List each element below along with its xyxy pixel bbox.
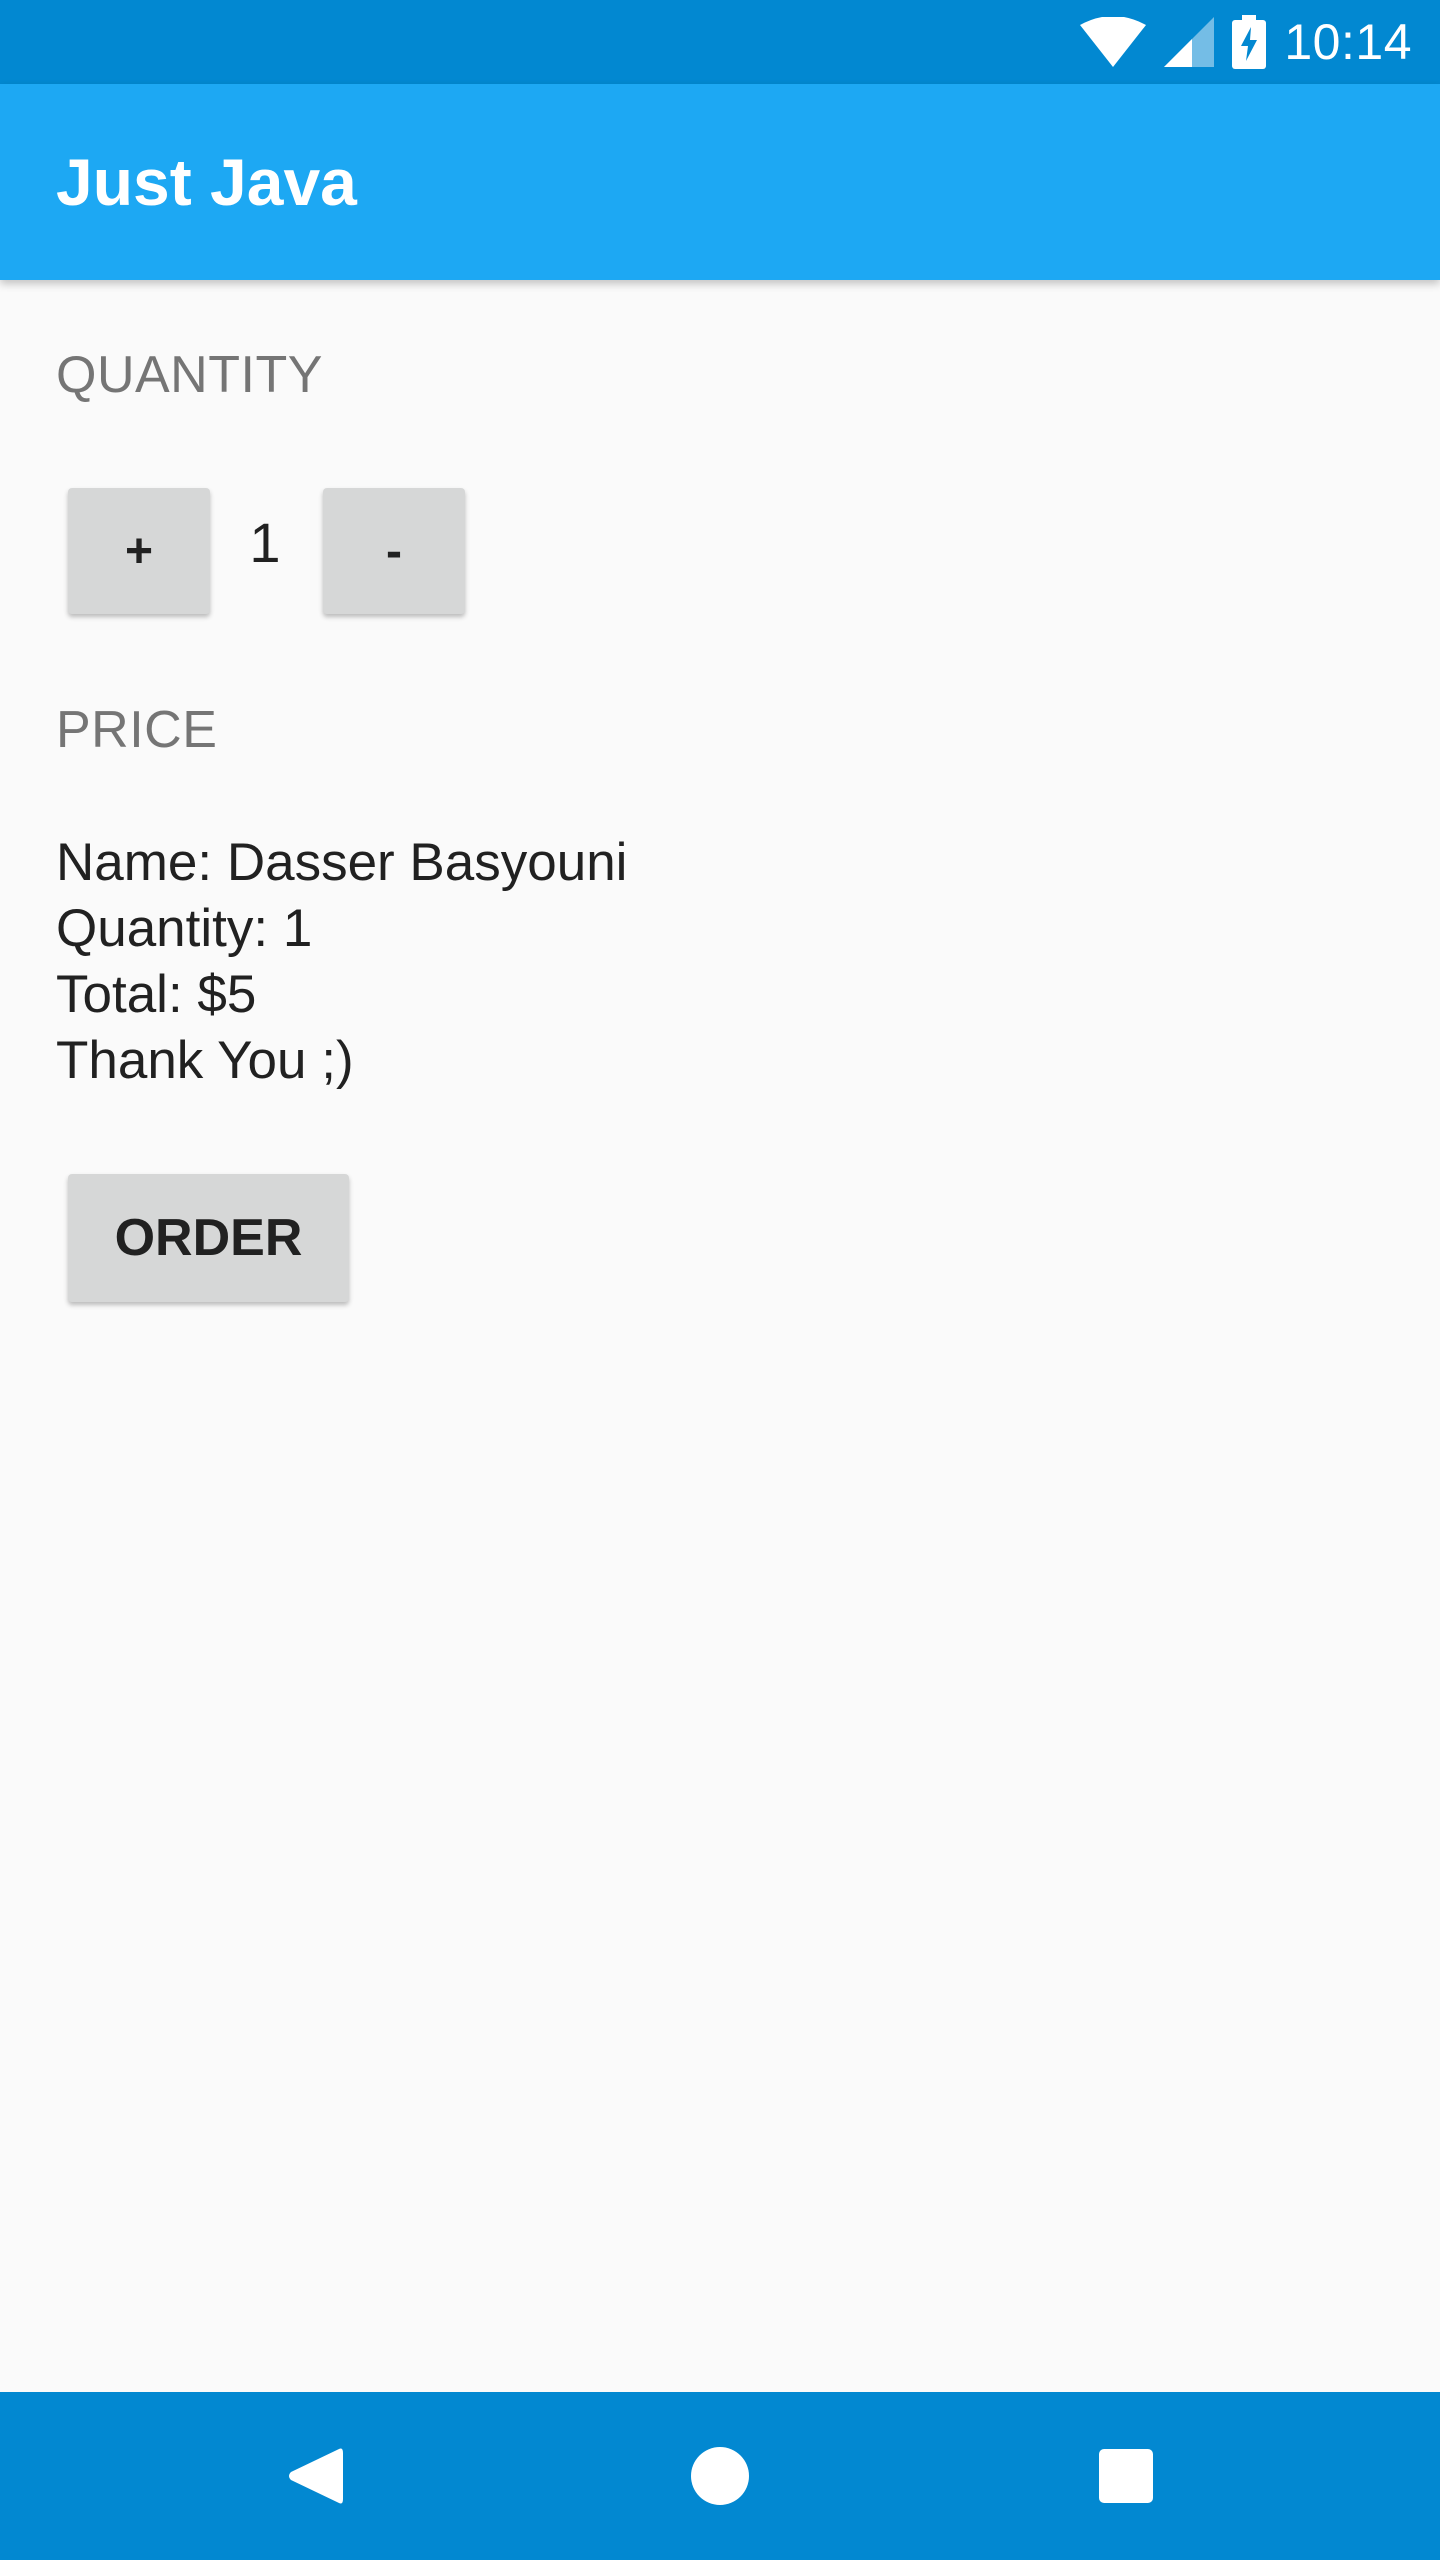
decrement-button-label: - [386,524,402,578]
back-button[interactable] [235,2392,395,2560]
price-label: PRICE [56,701,218,759]
quantity-label: QUANTITY [56,346,323,404]
status-time: 10:14 [1284,14,1412,70]
summary-thanks-line: Thank You ;) [56,1031,354,1090]
recents-icon [1099,2449,1153,2503]
recents-button[interactable] [1046,2392,1206,2560]
home-icon [691,2447,749,2505]
increment-button[interactable]: + [68,488,210,614]
navigation-bar [0,2392,1440,2560]
cell-signal-icon [1164,17,1215,67]
quantity-value: 1 [249,511,281,574]
summary-name-line: Name: Dasser Basyouni [56,833,628,892]
order-button-label: ORDER [114,1209,303,1267]
decrement-button[interactable]: - [323,488,465,614]
increment-button-label: + [124,524,154,578]
order-button[interactable]: ORDER [68,1174,349,1302]
home-button[interactable] [640,2392,800,2560]
summary-total-line: Total: $5 [56,965,257,1024]
wifi-icon [1080,17,1147,67]
battery-charging-icon [1232,15,1267,69]
order-summary: Name: Dasser Basyouni Quantity: 1 Total:… [56,830,627,1094]
summary-quantity-line: Quantity: 1 [56,899,313,958]
status-icons: 10:14 [1080,0,1412,84]
app-bar: Just Java [0,84,1440,280]
back-icon [289,2448,343,2504]
status-bar: 10:14 [0,0,1440,84]
app-title: Just Java [56,145,357,219]
